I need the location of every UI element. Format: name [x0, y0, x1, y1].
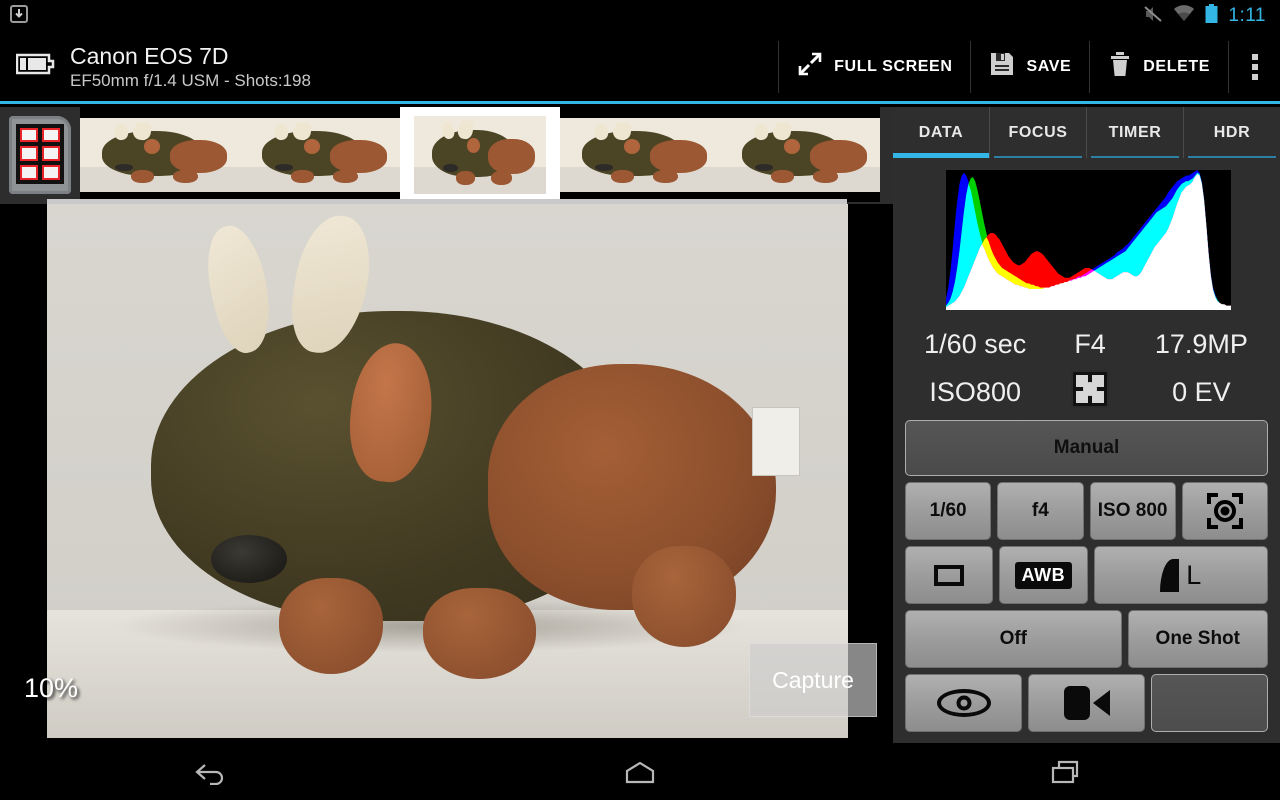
tab-focus-underline — [994, 156, 1082, 158]
status-bar-clock: 1:11 — [1228, 5, 1266, 26]
expand-arrows-icon — [797, 51, 823, 82]
aperture-value: F4 — [1074, 328, 1106, 359]
quality-large-icon: L — [1160, 558, 1202, 592]
save-label: SAVE — [1026, 57, 1072, 75]
metering-mode-icon — [1043, 369, 1136, 415]
overflow-menu-icon[interactable] — [1228, 40, 1280, 93]
drive-af-row: Off One Shot — [905, 610, 1268, 668]
metering-button[interactable] — [1181, 482, 1268, 540]
tab-timer[interactable]: TIMER — [1087, 107, 1184, 158]
image-settings-row: AWB L — [905, 546, 1268, 604]
panel-tabs: DATA FOCUS TIMER HDR — [893, 107, 1280, 158]
tab-hdr-underline — [1188, 156, 1276, 158]
tab-data-label: DATA — [918, 123, 964, 141]
liveview-video-row — [905, 674, 1268, 732]
histogram-canvas — [946, 170, 1231, 310]
rectangle-icon — [934, 564, 965, 586]
eye-icon — [936, 689, 991, 717]
live-view-button[interactable] — [905, 674, 1022, 732]
app-action-bar: Canon EOS 7D EF50mm f/1.4 USM - Shots:19… — [0, 32, 1280, 104]
sd-card-grid-icon — [9, 115, 71, 194]
trash-icon — [1108, 51, 1132, 82]
tab-focus[interactable]: FOCUS — [990, 107, 1087, 158]
metering-icon — [1206, 493, 1243, 529]
status-bar-notifications — [0, 4, 28, 29]
save-button[interactable]: SAVE — [970, 40, 1089, 93]
iso-value: ISO800 — [929, 376, 1021, 407]
camera-info: Canon EOS 7D EF50mm f/1.4 USM - Shots:19… — [70, 43, 311, 91]
battery-icon — [1205, 3, 1218, 29]
status-bar-system-icons: 1:11 — [1143, 3, 1280, 29]
shooting-mode-button[interactable]: Manual — [905, 420, 1268, 476]
rgb-histogram — [946, 170, 1231, 310]
thumbnail-3[interactable] — [400, 107, 560, 202]
action-bar-buttons: FULL SCREEN SAVE DELETE — [778, 32, 1280, 101]
resolution-value: 17.9MP — [1154, 328, 1248, 359]
recents-icon — [1051, 760, 1078, 783]
tab-data[interactable]: DATA — [893, 107, 990, 158]
home-icon — [625, 761, 655, 783]
nav-home-button[interactable] — [580, 743, 700, 800]
shutter-speed-value: 1/60 sec — [924, 328, 1027, 359]
af-mode-button[interactable]: One Shot — [1127, 610, 1268, 668]
floppy-disk-icon — [989, 51, 1015, 82]
thumbnail-1[interactable] — [80, 107, 240, 202]
shutter-button[interactable]: 1/60 — [905, 482, 992, 540]
back-icon — [195, 763, 224, 785]
image-quality-button[interactable]: L — [1093, 546, 1268, 604]
nav-recents-button[interactable] — [1007, 743, 1127, 800]
delete-label: DELETE — [1143, 57, 1210, 75]
nav-back-button[interactable] — [153, 743, 273, 800]
camera-model: Canon EOS 7D — [70, 42, 229, 69]
wifi-icon — [1173, 5, 1195, 27]
iso-button[interactable]: ISO 800 — [1089, 482, 1176, 540]
tab-timer-label: TIMER — [1108, 123, 1162, 141]
aperture-button[interactable]: f4 — [997, 482, 1084, 540]
video-record-button[interactable] — [1028, 674, 1145, 732]
tab-data-underline — [893, 153, 989, 158]
settings-buttons: Manual 1/60 f4 ISO 800 AWB L Off One Sho… — [893, 416, 1280, 732]
android-navigation-bar — [0, 743, 1280, 800]
picture-style-button[interactable] — [905, 546, 994, 604]
empty-button[interactable] — [1151, 674, 1268, 732]
settings-panel: DATA FOCUS TIMER HDR 1/60 sec F4 17.9MP … — [893, 107, 1280, 743]
download-icon — [10, 4, 28, 29]
camera-battery-icon — [15, 51, 56, 82]
exposure-readout: 1/60 sec F4 17.9MP ISO800 0 EV — [893, 320, 1280, 416]
zoom-level-label: 10% — [24, 673, 79, 703]
tab-hdr-label: HDR — [1213, 123, 1251, 141]
tab-timer-underline — [1091, 156, 1179, 158]
full-screen-button[interactable]: FULL SCREEN — [778, 40, 970, 93]
capture-button[interactable]: Capture — [749, 643, 877, 717]
lens-and-shots: EF50mm f/1.4 USM - Shots:198 — [70, 70, 311, 90]
android-status-bar: 1:11 — [0, 0, 1280, 32]
exposure-compensation-value: 0 EV — [1172, 376, 1231, 407]
delete-button[interactable]: DELETE — [1089, 40, 1228, 93]
thumbnail-filmstrip[interactable] — [0, 107, 893, 204]
quality-size-letter: L — [1186, 559, 1202, 590]
full-screen-label: FULL SCREEN — [834, 57, 953, 75]
sd-card-button[interactable] — [0, 107, 80, 202]
exposure-row: 1/60 f4 ISO 800 — [905, 482, 1268, 540]
white-balance-button[interactable]: AWB — [999, 546, 1088, 604]
mode-row: Manual — [905, 420, 1268, 476]
preview-image[interactable] — [47, 204, 848, 738]
thumbnail-4[interactable] — [560, 107, 720, 202]
thumbnail-5[interactable] — [720, 107, 880, 202]
thumbnail-2[interactable] — [240, 107, 400, 202]
dslr-controller-app: 1:11 Canon EOS 7D EF50mm f/1.4 USM - Sho… — [0, 0, 1280, 800]
video-camera-icon — [1063, 686, 1110, 720]
tab-hdr[interactable]: HDR — [1184, 107, 1280, 158]
awb-icon: AWB — [1014, 561, 1073, 589]
histogram-container — [893, 158, 1280, 310]
drive-mode-button[interactable]: Off — [905, 610, 1122, 668]
tab-focus-label: FOCUS — [1008, 123, 1068, 141]
mute-icon — [1143, 5, 1163, 28]
